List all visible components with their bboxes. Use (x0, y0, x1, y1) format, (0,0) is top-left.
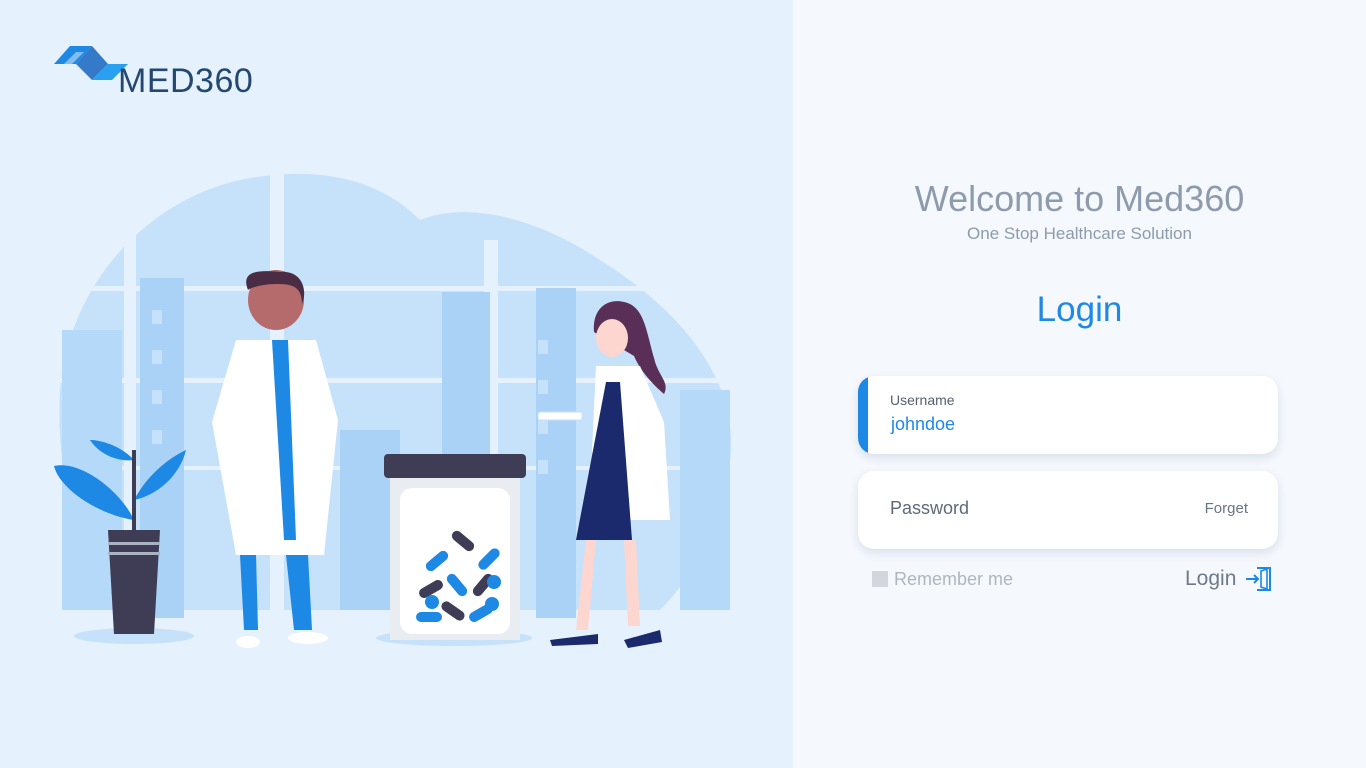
brand-logo[interactable]: MED360 (52, 40, 282, 100)
login-panel: Welcome to Med360 One Stop Healthcare So… (793, 0, 1366, 768)
welcome-subtitle: One Stop Healthcare Solution (967, 224, 1192, 243)
username-input[interactable]: johndoe (891, 414, 955, 435)
login-button[interactable]: Login (1185, 564, 1274, 594)
username-label: Username (890, 392, 955, 408)
welcome-title: Welcome to Med360 (914, 178, 1245, 219)
password-field[interactable]: Password Forget (858, 471, 1278, 549)
remember-me-label: Remember me (894, 568, 1014, 589)
remember-me-checkbox[interactable]: Remember me (872, 569, 1013, 589)
forget-password-link[interactable]: Forget (1205, 500, 1248, 517)
username-focus-indicator (858, 376, 868, 454)
doctors-illustration (54, 170, 750, 648)
password-input[interactable]: Password (890, 498, 969, 519)
checkbox-box[interactable] (872, 571, 888, 587)
brand-name: MED360 (118, 62, 254, 100)
login-heading: Login (1036, 290, 1123, 329)
login-button-label: Login (1185, 567, 1237, 590)
door-enter-icon (1246, 567, 1272, 591)
username-field[interactable]: Username johndoe (858, 376, 1278, 454)
hero-panel: MED360 (0, 0, 793, 768)
